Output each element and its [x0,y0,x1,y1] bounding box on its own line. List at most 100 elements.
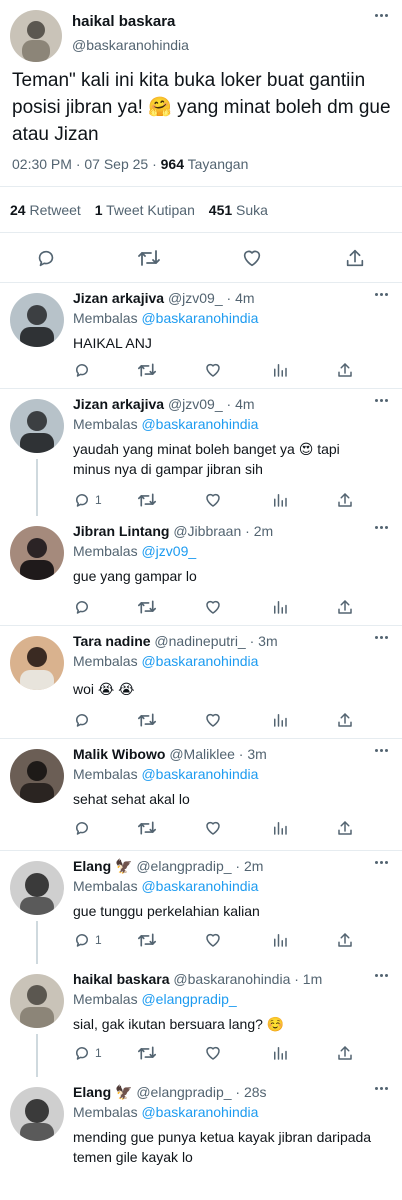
reply-icon[interactable] [73,711,95,729]
more-icon[interactable] [375,974,388,977]
replying-to-mention[interactable]: @baskaranohindia [141,1104,258,1120]
reply-icon[interactable] [73,819,95,837]
reply-tweet[interactable]: Elang 🦅 @elangpradip_ · 2m Membalas @bas… [0,851,402,964]
reply-icon[interactable]: 1 [73,491,102,509]
views-label: Tayangan [184,156,249,172]
share-icon[interactable] [342,245,368,271]
views-icon[interactable] [271,819,289,837]
likes-stat[interactable]: 451 Suka [209,202,268,218]
more-icon[interactable] [375,861,388,864]
heart-icon[interactable] [204,819,222,837]
retweets-label: Retweet [25,202,81,218]
replying-to-mention[interactable]: @baskaranohindia [141,878,258,894]
replying-to: Membalas @elangpradip_ [73,991,237,1007]
views-icon[interactable] [271,361,289,379]
reply-author-name[interactable]: Jizan arkajiva [73,290,164,306]
reply-tweet[interactable]: Elang 🦅 @elangpradip_ · 28s Membalas @ba… [0,1077,402,1200]
reply-meta: @jzv09_ · 4m [164,290,255,306]
share-icon[interactable] [336,598,354,616]
retweets-stat[interactable]: 24 Retweet [10,202,81,218]
replying-to-mention[interactable]: @baskaranohindia [141,310,258,326]
more-icon[interactable] [375,749,388,752]
reply-count: 1 [95,933,102,947]
reply-author-name[interactable]: haikal baskara [73,971,170,987]
retweet-icon[interactable] [137,361,157,379]
share-icon[interactable] [336,361,354,379]
reply-icon[interactable] [73,598,95,616]
reply-header: Jizan arkajiva @jzv09_ · 4m [73,396,372,412]
share-icon[interactable] [336,931,354,949]
reply-avatar[interactable] [10,636,64,690]
quotes-count: 1 [94,202,103,218]
share-icon[interactable] [336,491,354,509]
reply-header: Jizan arkajiva @jzv09_ · 4m [73,290,372,306]
reply-author-name[interactable]: Elang 🦅 [73,858,132,874]
replying-to-mention[interactable]: @baskaranohindia [141,766,258,782]
reply-icon[interactable] [33,245,59,271]
reply-avatar[interactable] [10,749,64,803]
share-icon[interactable] [336,1044,354,1062]
heart-icon[interactable] [204,361,222,379]
reply-tweet[interactable]: Jizan arkajiva @jzv09_ · 4m Membalas @ba… [0,389,402,516]
heart-icon[interactable] [204,598,222,616]
reply-actions [73,711,363,729]
reply-icon[interactable]: 1 [73,1044,102,1062]
retweet-icon[interactable] [137,819,157,837]
reply-tweet[interactable]: Jibran Lintang @Jibbraan · 2m Membalas @… [0,516,402,626]
retweet-icon[interactable] [137,491,157,509]
views-icon[interactable] [271,491,289,509]
reply-author-name[interactable]: Elang 🦅 [73,1084,132,1100]
reply-icon[interactable]: 1 [73,931,102,949]
reply-author-name[interactable]: Tara nadine [73,633,151,649]
retweet-icon[interactable] [137,598,157,616]
replying-to-mention[interactable]: @elangpradip_ [141,991,236,1007]
views-icon[interactable] [271,931,289,949]
more-icon[interactable] [375,636,388,639]
reply-tweet[interactable]: Jizan arkajiva @jzv09_ · 4m Membalas @ba… [0,283,402,389]
main-tweet-author-handle[interactable]: @baskaranohindia [72,37,189,53]
reply-text: gue tunggu perkelahian kalian [73,903,260,919]
main-tweet-author-name[interactable]: haikal baskara [72,13,175,30]
reply-avatar[interactable] [10,974,64,1028]
tweet-thread-page: haikal baskara @baskaranohindia Teman" k… [0,0,402,1200]
replying-to-mention[interactable]: @baskaranohindia [141,653,258,669]
reply-avatar[interactable] [10,399,64,453]
reply-actions [73,819,363,837]
retweet-icon[interactable] [137,931,157,949]
heart-icon[interactable] [239,245,265,271]
main-tweet-avatar[interactable] [10,10,62,62]
views-icon[interactable] [271,711,289,729]
reply-avatar[interactable] [10,1087,64,1141]
replying-to-mention[interactable]: @jzv09_ [141,543,196,559]
reply-icon[interactable] [73,361,95,379]
more-icon[interactable] [375,399,388,402]
heart-icon[interactable] [204,711,222,729]
reply-tweet[interactable]: Tara nadine @nadineputri_ · 3m Membalas … [0,626,402,739]
more-icon[interactable] [375,14,388,17]
share-icon[interactable] [336,819,354,837]
heart-icon[interactable] [204,491,222,509]
more-icon[interactable] [375,1087,388,1090]
views-icon[interactable] [271,598,289,616]
share-icon[interactable] [336,711,354,729]
retweet-icon[interactable] [136,245,162,271]
more-icon[interactable] [375,526,388,529]
main-tweet: haikal baskara @baskaranohindia Teman" k… [0,0,402,283]
reply-avatar[interactable] [10,293,64,347]
more-icon[interactable] [375,293,388,296]
reply-tweet[interactable]: Malik Wibowo @Maliklee · 3m Membalas @ba… [0,739,402,851]
quotes-stat[interactable]: 1 Tweet Kutipan [95,202,195,218]
reply-author-name[interactable]: Jizan arkajiva [73,396,164,412]
reply-author-name[interactable]: Jibran Lintang [73,523,169,539]
replying-to-mention[interactable]: @baskaranohindia [141,416,258,432]
reply-avatar[interactable] [10,526,64,580]
heart-icon[interactable] [204,1044,222,1062]
heart-icon[interactable] [204,931,222,949]
views-icon[interactable] [271,1044,289,1062]
retweet-icon[interactable] [137,1044,157,1062]
reply-avatar[interactable] [10,861,64,915]
likes-count: 451 [208,202,233,218]
reply-author-name[interactable]: Malik Wibowo [73,746,165,762]
retweet-icon[interactable] [137,711,157,729]
reply-tweet[interactable]: haikal baskara @baskaranohindia · 1m Mem… [0,964,402,1077]
